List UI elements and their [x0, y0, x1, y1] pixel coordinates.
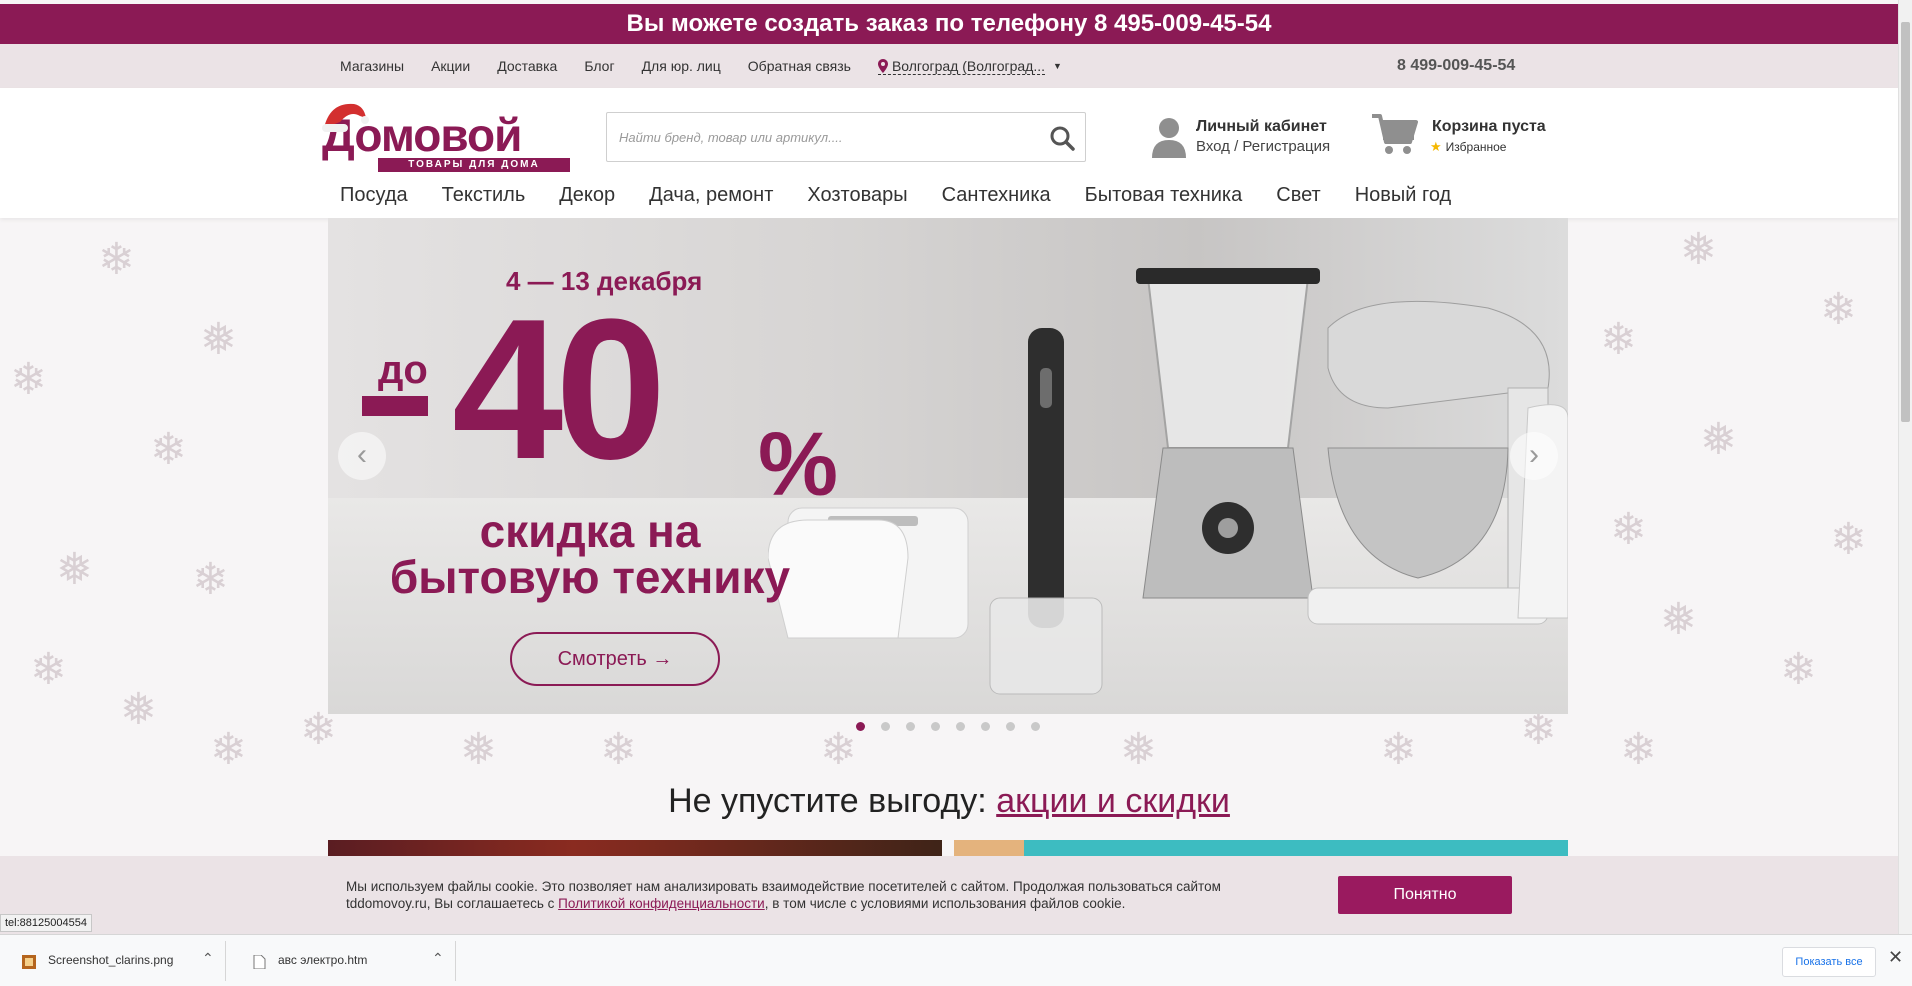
util-link-feedback[interactable]: Обратная связь [748, 58, 851, 74]
close-icon[interactable]: ✕ [1888, 947, 1903, 968]
privacy-policy-link[interactable]: Политикой конфиденциальности [558, 896, 765, 911]
slider-dots [856, 722, 1040, 731]
chevron-down-icon[interactable]: ▼ [1053, 61, 1062, 71]
slider-dot[interactable] [956, 722, 965, 731]
utility-links: Магазины Акции Доставка Блог Для юр. лиц… [340, 44, 1062, 88]
nav-item-plumbing[interactable]: Сантехника [942, 184, 1051, 214]
nav-item-appliances[interactable]: Бытовая техника [1085, 184, 1243, 214]
star-icon: ★ [1430, 139, 1442, 154]
chevron-up-icon[interactable]: ⌃ [432, 950, 444, 967]
download-filename: Screenshot_clarins.png [48, 953, 174, 967]
nav-item-textile[interactable]: Текстиль [442, 184, 526, 214]
santa-hat-icon [322, 103, 369, 132]
search-box [606, 112, 1086, 162]
user-icon [1152, 118, 1186, 158]
search-input[interactable] [619, 127, 1019, 147]
deals-heading: Не упустите выгоду: акции и скидки [0, 782, 1898, 821]
slider-dot[interactable] [1006, 722, 1015, 731]
cart-status: Корзина пуста [1432, 118, 1546, 135]
header-phone[interactable]: 8 499-009-45-54 [1397, 44, 1515, 88]
cookie-text-after: , в том числе с условиями использования … [764, 896, 1126, 911]
slider-dot[interactable] [931, 722, 940, 731]
promo-line-1: скидка на [479, 505, 701, 557]
logo[interactable]: Домовой ТОВАРЫ ДЛЯ ДОМА [322, 102, 576, 172]
scrollbar[interactable] [1898, 0, 1912, 934]
percent-sign: % [758, 415, 839, 515]
nav-item-light[interactable]: Свет [1276, 184, 1320, 214]
file-icon [253, 955, 266, 969]
slider-dot[interactable] [1031, 722, 1040, 731]
login-register-link[interactable]: Вход / Регистрация [1196, 138, 1330, 155]
appliances-image [768, 268, 1568, 695]
nav-item-decor[interactable]: Декор [559, 184, 615, 214]
location-pin-icon [877, 58, 888, 73]
slider-prev-button[interactable]: ‹ [338, 432, 386, 480]
promo-line-2: бытовую технику [389, 551, 791, 603]
promo-headline: скидка на бытовую технику [380, 508, 800, 600]
util-link-delivery[interactable]: Доставка [497, 58, 557, 74]
account-title: Личный кабинет [1196, 118, 1327, 135]
cookie-notice: Мы используем файлы cookie. Это позволяе… [0, 856, 1898, 934]
show-all-downloads-button[interactable]: Показать все [1782, 947, 1876, 977]
promo-upto: до [378, 348, 428, 392]
favorites-label: Избранное [1445, 140, 1507, 154]
nav-item-garden[interactable]: Дача, ремонт [649, 184, 773, 214]
view-button[interactable]: Смотреть → [510, 632, 720, 686]
nav-item-dishes[interactable]: Посуда [340, 184, 408, 214]
slider-next-button[interactable]: › [1510, 432, 1558, 480]
download-item[interactable]: авс электро.htm ⌃ [234, 941, 456, 981]
cart-icon [1372, 114, 1418, 154]
banner-phone[interactable]: 8 495-009-45-54 [1094, 10, 1271, 37]
site-header: Домовой ТОВАРЫ ДЛЯ ДОМА Личный кабинет В… [0, 88, 1898, 218]
slider-dot[interactable] [906, 722, 915, 731]
nav-item-household[interactable]: Хозтовары [807, 184, 907, 214]
download-filename: авс электро.htm [278, 953, 368, 967]
download-shelf: Screenshot_clarins.png ⌃ авс электро.htm… [0, 934, 1912, 986]
banner-text: Вы можете создать заказ по телефону [626, 10, 1088, 37]
accept-cookies-button[interactable]: Понятно [1338, 876, 1512, 914]
logo-tagline: ТОВАРЫ ДЛЯ ДОМА [378, 158, 570, 172]
image-file-icon [22, 955, 36, 969]
util-link-business[interactable]: Для юр. лиц [642, 58, 721, 74]
nav-item-new-year[interactable]: Новый год [1355, 184, 1452, 214]
hero-slider[interactable]: 4 — 13 декабря до 40 % скидка на бытовую… [328, 218, 1568, 714]
slider-dot[interactable] [881, 722, 890, 731]
deals-text: Не упустите выгоду: [668, 782, 987, 820]
city-name: Волгоград (Волгоград... [891, 57, 1045, 74]
cookie-text: Мы используем файлы cookie. Это позволяе… [346, 878, 1226, 912]
util-link-blog[interactable]: Блог [584, 58, 614, 74]
slider-dot[interactable] [981, 722, 990, 731]
phone-order-banner: Вы можете создать заказ по телефону 8 49… [0, 4, 1898, 44]
slider-dot[interactable] [856, 722, 865, 731]
util-link-stores[interactable]: Магазины [340, 58, 404, 74]
scrollbar-thumb[interactable] [1901, 22, 1910, 422]
account-link[interactable]: Личный кабинет Вход / Регистрация [1150, 116, 1350, 160]
download-item[interactable]: Screenshot_clarins.png ⌃ [4, 941, 226, 981]
util-link-promotions[interactable]: Акции [431, 58, 470, 74]
utility-bar: Магазины Акции Доставка Блог Для юр. лиц… [0, 44, 1898, 88]
city-selector[interactable]: Волгоград (Волгоград... [877, 57, 1045, 75]
main-nav: Посуда Текстиль Декор Дача, ремонт Хозто… [340, 184, 1485, 214]
minus-sign-icon [362, 396, 428, 416]
page: ❄ ❅ ❄ ❅ ❄ ❄ ❅ ❄ ❄ ❅ ❄ ❄ ❅ ❄ ❄ ❅ ❄ ❄ ❅ ❄ … [0, 0, 1912, 986]
search-icon[interactable] [1047, 123, 1077, 153]
status-bar-url: tel:88125004554 [0, 914, 92, 932]
cart-link[interactable]: Корзина пуста ★ Избранное [1370, 110, 1570, 160]
chevron-up-icon[interactable]: ⌃ [202, 950, 214, 967]
deals-link[interactable]: акции и скидки [996, 782, 1230, 820]
discount-value: 40 [452, 278, 666, 501]
favorites-link[interactable]: ★ Избранное [1430, 139, 1506, 155]
